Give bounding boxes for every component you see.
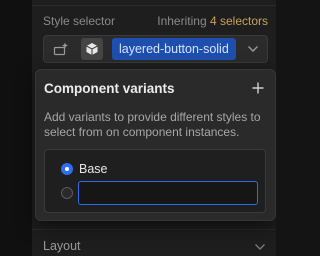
chevron-down-icon[interactable] bbox=[247, 45, 259, 53]
variant-label-base[interactable]: Base bbox=[79, 162, 108, 176]
popover-description: Add variants to provide different styles… bbox=[44, 110, 261, 139]
inheriting-selectors[interactable]: Inheriting 4 selectors bbox=[157, 14, 268, 28]
divider bbox=[32, 229, 276, 230]
variant-radio-new[interactable] bbox=[61, 187, 73, 199]
new-variant-input[interactable] bbox=[78, 181, 258, 205]
selector-state-button[interactable] bbox=[50, 38, 72, 60]
style-selector-header: Style selector Inheriting 4 selectors bbox=[43, 14, 268, 28]
selected-class-chip[interactable]: layered-button-solid bbox=[112, 38, 236, 60]
component-variants-button[interactable] bbox=[81, 38, 103, 60]
inheriting-label: Inheriting bbox=[157, 14, 207, 28]
chevron-down-icon[interactable] bbox=[254, 243, 266, 251]
selector-field[interactable]: layered-button-solid bbox=[43, 35, 268, 63]
popover-title: Component variants bbox=[44, 81, 175, 96]
component-variants-popover: Component variants Add variants to provi… bbox=[35, 69, 276, 221]
designer-right-panel: Style selector Inheriting 4 selectors la… bbox=[0, 0, 276, 256]
style-selector-title: Style selector bbox=[43, 14, 116, 28]
inheriting-count[interactable]: 4 selectors bbox=[210, 14, 268, 28]
canvas-edge bbox=[0, 0, 32, 256]
divider bbox=[32, 5, 276, 6]
cube-icon bbox=[86, 43, 98, 55]
selector-sparkle-icon bbox=[53, 42, 68, 56]
section-layout-label[interactable]: Layout bbox=[43, 239, 81, 253]
variants-list: Base bbox=[44, 149, 266, 213]
variant-radio-base[interactable] bbox=[61, 163, 73, 175]
plus-icon[interactable] bbox=[251, 81, 265, 95]
